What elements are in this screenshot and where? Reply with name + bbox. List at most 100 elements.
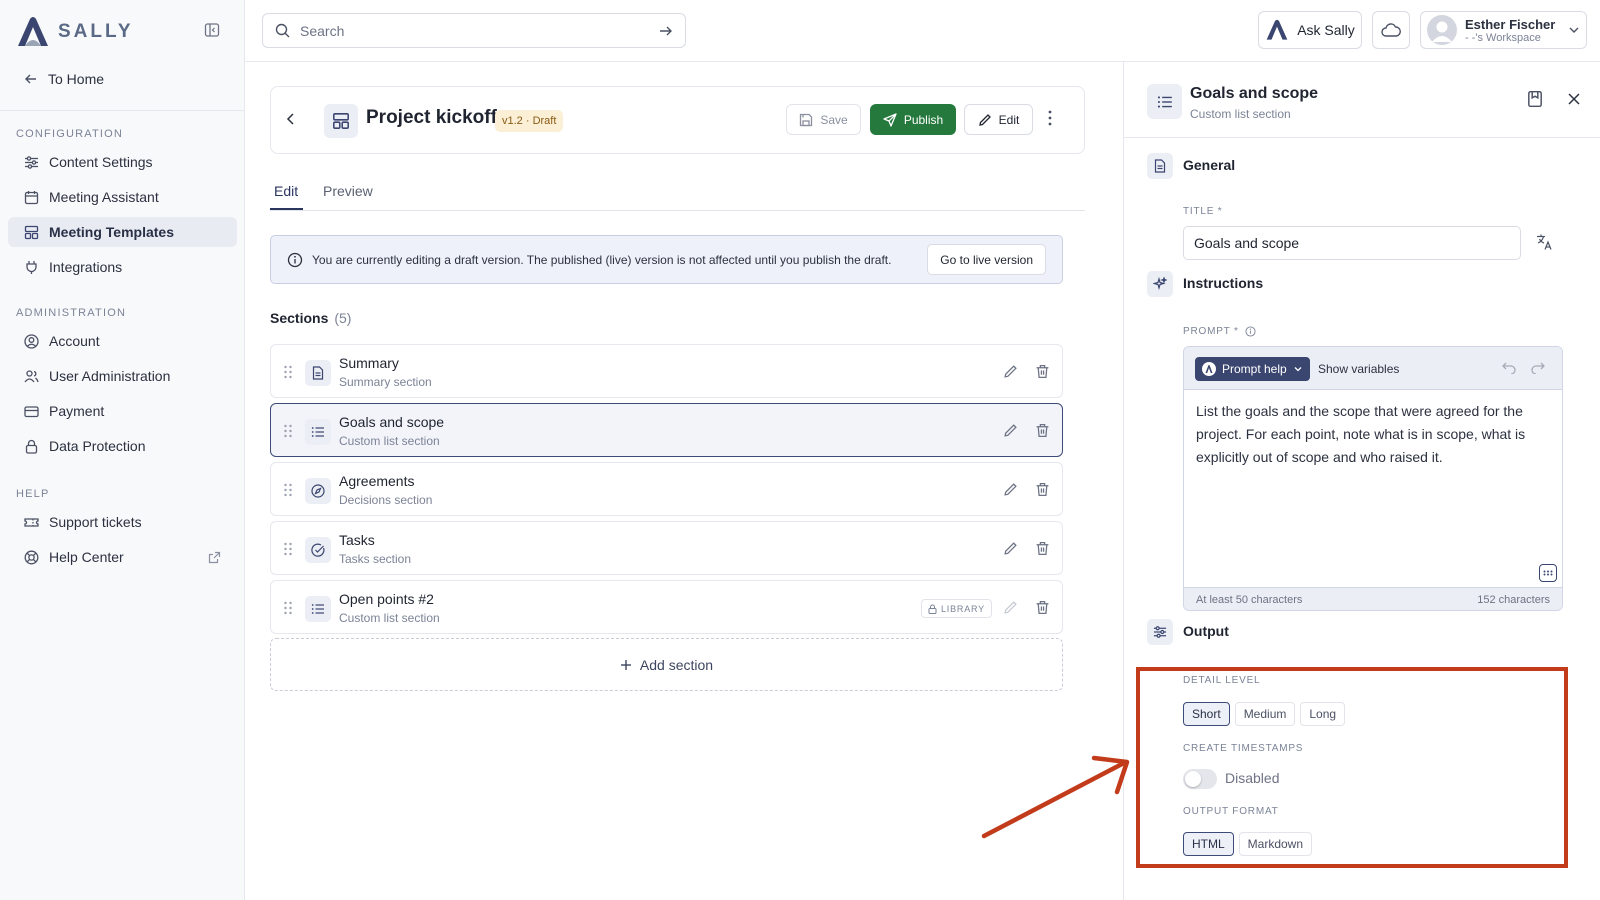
sidebar-item-data-protection[interactable]: Data Protection bbox=[8, 431, 237, 461]
pencil-icon bbox=[978, 113, 991, 126]
sidebar-divider bbox=[0, 110, 245, 111]
check-circle-icon bbox=[311, 543, 325, 557]
account-icon bbox=[24, 333, 39, 349]
sidebar-item-content-settings[interactable]: Content Settings bbox=[8, 147, 237, 177]
plug-icon bbox=[26, 260, 37, 274]
trash-icon[interactable] bbox=[1035, 423, 1050, 438]
user-name: Esther Fischer bbox=[1465, 16, 1556, 32]
external-link-icon bbox=[208, 551, 221, 563]
publish-button[interactable]: Publish bbox=[870, 104, 956, 135]
section-type-icon bbox=[305, 419, 331, 445]
drag-handle-icon[interactable] bbox=[283, 482, 293, 498]
go-to-live-version-button[interactable]: Go to live version bbox=[927, 244, 1046, 275]
section-title: Summary bbox=[339, 355, 399, 371]
template-type-icon bbox=[324, 104, 358, 138]
trash-icon[interactable] bbox=[1035, 482, 1050, 497]
back-button[interactable] bbox=[283, 111, 299, 127]
sidebar-item-integrations[interactable]: Integrations bbox=[8, 252, 237, 282]
pencil-icon[interactable] bbox=[1003, 482, 1018, 497]
section-title: Tasks bbox=[339, 532, 375, 548]
sidebar-item-user-administration[interactable]: User Administration bbox=[8, 361, 237, 391]
pencil-icon[interactable] bbox=[1003, 541, 1018, 556]
sidebar-item-label: Account bbox=[49, 333, 100, 349]
user-menu-button[interactable]: Esther Fischer - -'s Workspace bbox=[1420, 11, 1587, 49]
drag-handle-icon[interactable] bbox=[283, 600, 293, 616]
prompt-textarea[interactable]: List the goals and the scope that were a… bbox=[1196, 400, 1544, 469]
section-row-agreements[interactable]: Agreements Decisions section bbox=[270, 462, 1063, 516]
ask-sally-label: Ask Sally bbox=[1297, 22, 1355, 38]
help-label: HELP bbox=[16, 488, 50, 500]
sections-heading-label: Sections bbox=[270, 310, 329, 326]
workspace-name: - -'s Workspace bbox=[1465, 31, 1541, 44]
pencil-icon[interactable] bbox=[1003, 423, 1018, 438]
redo-icon[interactable] bbox=[1531, 362, 1545, 374]
section-type-icon bbox=[305, 360, 331, 386]
search-input[interactable]: Search bbox=[262, 13, 686, 48]
template-icon bbox=[333, 113, 349, 129]
search-placeholder: Search bbox=[300, 22, 345, 39]
trash-icon[interactable] bbox=[1035, 600, 1050, 615]
title-field[interactable]: Goals and scope bbox=[1183, 226, 1521, 260]
show-variables-button[interactable]: Show variables bbox=[1318, 362, 1399, 376]
save-button[interactable]: Save bbox=[786, 104, 861, 135]
save-to-library-icon[interactable] bbox=[1527, 90, 1543, 108]
ticket-icon bbox=[24, 517, 39, 527]
sections-count: (5) bbox=[334, 310, 352, 326]
general-group-icon bbox=[1147, 153, 1173, 179]
sparkle-icon bbox=[1153, 277, 1167, 291]
prompt-toolbar: Prompt help Show variables bbox=[1184, 347, 1562, 390]
tab-edit[interactable]: Edit bbox=[274, 183, 298, 199]
sidebar-item-label: Integrations bbox=[49, 259, 123, 275]
translate-icon[interactable] bbox=[1536, 233, 1554, 251]
arrow-right-icon[interactable] bbox=[659, 24, 673, 38]
trash-icon[interactable] bbox=[1035, 541, 1050, 556]
section-row-summary[interactable]: Summary Summary section bbox=[270, 344, 1063, 398]
publish-label: Publish bbox=[903, 112, 944, 127]
info-icon[interactable] bbox=[1245, 326, 1256, 337]
avatar bbox=[1427, 15, 1457, 45]
sidebar-item-label: User Administration bbox=[49, 368, 171, 384]
close-icon[interactable] bbox=[1567, 92, 1581, 106]
trash-icon[interactable] bbox=[1035, 364, 1050, 379]
sidebar-item-help-center[interactable]: Help Center bbox=[8, 542, 237, 572]
prompt-editor: Prompt help Show variables List the goal… bbox=[1183, 346, 1563, 611]
section-subtitle: Custom list section bbox=[339, 434, 440, 448]
prompt-help-button[interactable]: Prompt help bbox=[1195, 357, 1310, 381]
pencil-icon[interactable] bbox=[1003, 364, 1018, 379]
sidebar-item-meeting-assistant[interactable]: Meeting Assistant bbox=[8, 182, 237, 212]
active-tab-indicator bbox=[270, 208, 303, 210]
compass-icon bbox=[311, 484, 325, 498]
sidebar-item-payment[interactable]: Payment bbox=[8, 396, 237, 426]
edit-button[interactable]: Edit bbox=[964, 104, 1033, 135]
sidebar-item-meeting-templates[interactable]: Meeting Templates bbox=[8, 217, 237, 247]
add-section-button[interactable]: Add section bbox=[270, 638, 1063, 691]
section-row-open-points-2[interactable]: Open points #2 Custom list section LIBRA… bbox=[270, 580, 1063, 634]
sally-logo[interactable]: SALLY bbox=[16, 16, 134, 48]
drag-handle-icon[interactable] bbox=[283, 364, 293, 380]
tab-preview[interactable]: Preview bbox=[323, 183, 373, 199]
lock-icon bbox=[25, 439, 38, 454]
sidebar-item-label: Meeting Assistant bbox=[49, 189, 159, 205]
list-icon bbox=[1157, 95, 1172, 108]
sidebar-item-label: Data Protection bbox=[49, 438, 146, 454]
undo-icon[interactable] bbox=[1502, 362, 1516, 374]
collapse-sidebar-icon[interactable] bbox=[204, 22, 220, 38]
edit-label: Edit bbox=[998, 112, 1020, 127]
section-subtitle: Tasks section bbox=[339, 552, 412, 566]
more-options-button[interactable] bbox=[1047, 109, 1053, 127]
lock-icon bbox=[928, 604, 937, 614]
insert-variable-button[interactable] bbox=[1539, 564, 1557, 582]
section-row-tasks[interactable]: Tasks Tasks section bbox=[270, 521, 1063, 575]
sidebar-item-support-tickets[interactable]: Support tickets bbox=[8, 507, 237, 537]
section-title: Agreements bbox=[339, 473, 415, 489]
to-home-link[interactable]: To Home bbox=[24, 68, 104, 90]
ask-sally-button[interactable]: Ask Sally bbox=[1258, 11, 1362, 49]
document-icon bbox=[312, 366, 324, 380]
drag-handle-icon[interactable] bbox=[283, 541, 293, 557]
section-row-goals-and-scope[interactable]: Goals and scope Custom list section bbox=[270, 403, 1063, 457]
cloud-sync-button[interactable] bbox=[1372, 11, 1410, 49]
grid-dots-icon bbox=[1543, 570, 1553, 576]
search-icon bbox=[275, 23, 290, 38]
sidebar-item-account[interactable]: Account bbox=[8, 326, 237, 356]
drag-handle-icon[interactable] bbox=[283, 423, 293, 439]
